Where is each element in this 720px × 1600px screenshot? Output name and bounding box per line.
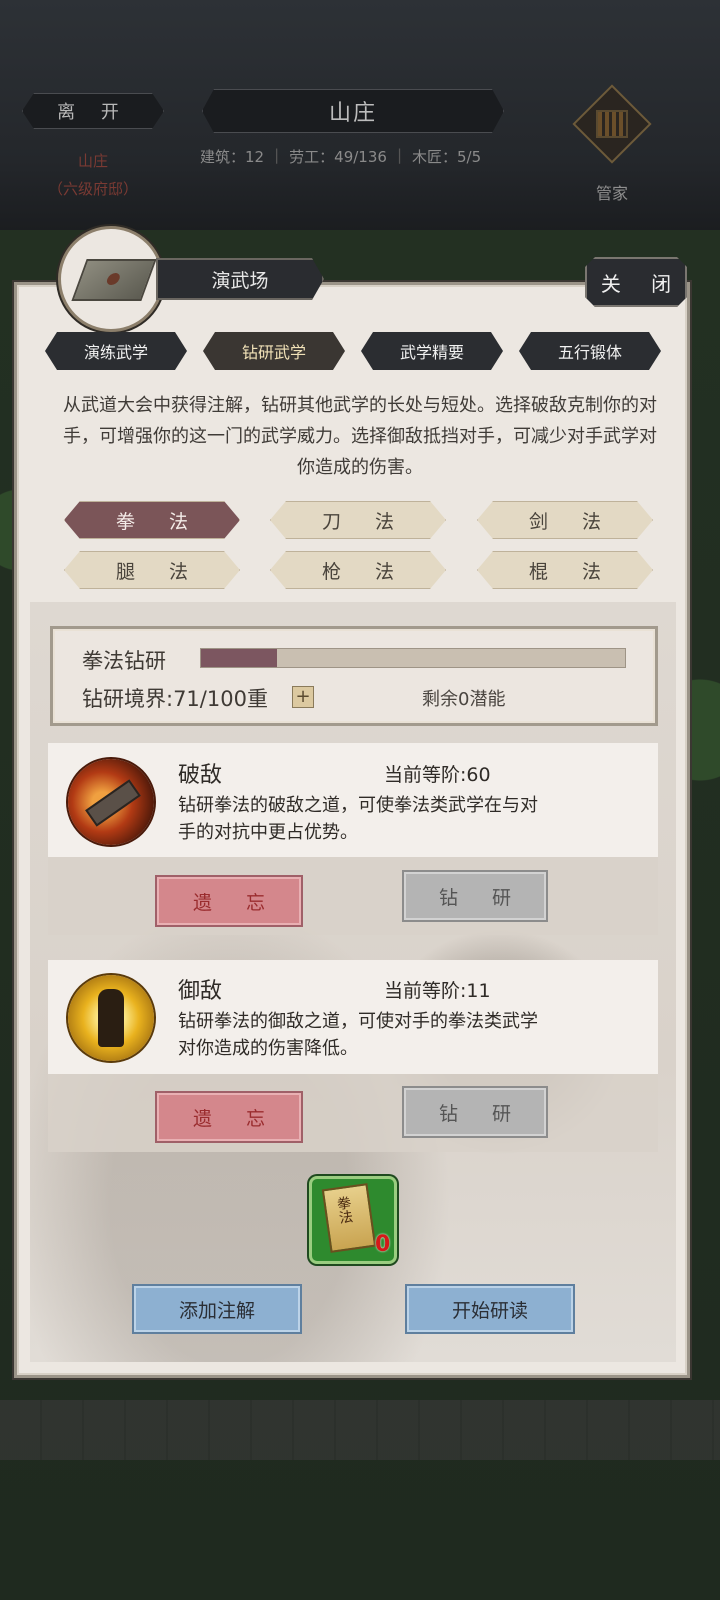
skill-description-line: 对你造成的伤害降低。	[178, 1038, 358, 1059]
forget-button[interactable]: 遗 忘	[155, 875, 303, 927]
research-description: 从武道大会中获得注解，钻研其他武学的长处与短处。选择破敌克制你的对手，可增强你的…	[63, 395, 657, 478]
skill-card-actions	[48, 857, 658, 935]
style-fist-button[interactable]: 拳 法	[64, 501, 240, 539]
buildings-stat: 建筑：12	[200, 148, 265, 166]
tab-five-elements[interactable]: 五行锻体	[519, 332, 661, 370]
stats-divider: |	[274, 146, 280, 164]
panel-title: 演武场	[156, 258, 324, 300]
guard-stance-icon	[68, 975, 154, 1061]
skill-name: 御敌	[178, 979, 223, 1004]
location-name: 山庄	[77, 152, 108, 170]
scroll-label: 拳法	[334, 1195, 354, 1225]
arena-emblem-icon	[58, 226, 164, 332]
add-annotation-button[interactable]: 添加注解	[132, 1284, 302, 1334]
add-realm-button[interactable]: +	[292, 686, 314, 708]
laborers-stat: 劳工：49/136	[289, 148, 387, 166]
skill-description-line: 钻研拳法的御敌之道，可使对手的拳法类武学	[178, 1011, 538, 1032]
skill-description-line: 手的对抗中更占优势。	[178, 822, 358, 843]
item-count: 0	[375, 1232, 391, 1257]
skill-card-actions	[48, 1074, 658, 1152]
wall-decoration	[0, 1400, 720, 1460]
leave-button[interactable]: 离 开	[22, 93, 164, 129]
skill-level: 当前等阶:60	[384, 764, 491, 786]
close-button[interactable]: 关 闭	[585, 257, 687, 307]
style-sword-button[interactable]: 剑 法	[477, 501, 653, 539]
tab-practice[interactable]: 演练武学	[45, 332, 187, 370]
abacus-icon	[596, 110, 628, 138]
style-staff-button[interactable]: 棍 法	[477, 551, 653, 589]
remaining-potential: 剩余0潜能	[422, 689, 506, 710]
style-spear-button[interactable]: 枪 法	[270, 551, 446, 589]
estate-stats: 建筑：12 | 劳工：49/136 | 木匠：5/5	[200, 146, 520, 167]
steward-label: 管家	[595, 184, 628, 203]
study-button[interactable]: 钻 研	[402, 1086, 548, 1138]
start-study-button[interactable]: 开始研读	[405, 1284, 575, 1334]
progress-label: 拳法钻研	[82, 649, 166, 673]
carpenters-stat: 木匠：5/5	[412, 148, 482, 166]
location-rank: （六级府邸）	[47, 180, 138, 198]
tab-essentials[interactable]: 武学精要	[361, 332, 503, 370]
progress-bar	[200, 648, 626, 668]
stats-divider: |	[396, 146, 402, 164]
style-leg-button[interactable]: 腿 法	[64, 551, 240, 589]
page-title: 山庄	[202, 89, 504, 133]
forget-button[interactable]: 遗 忘	[155, 1091, 303, 1143]
study-button[interactable]: 钻 研	[402, 870, 548, 922]
mace-strike-icon	[68, 759, 154, 845]
tab-research[interactable]: 钻研武学	[203, 332, 345, 370]
style-saber-button[interactable]: 刀 法	[270, 501, 446, 539]
progress-bar-fill	[201, 649, 278, 667]
skill-description-line: 钻研拳法的破敌之道，可使拳法类武学在与对	[178, 795, 538, 816]
skill-level: 当前等阶:11	[384, 980, 491, 1002]
research-realm: 钻研境界:71/100重	[82, 687, 268, 711]
skill-name: 破敌	[178, 763, 223, 788]
steward-button[interactable]	[572, 84, 652, 172]
